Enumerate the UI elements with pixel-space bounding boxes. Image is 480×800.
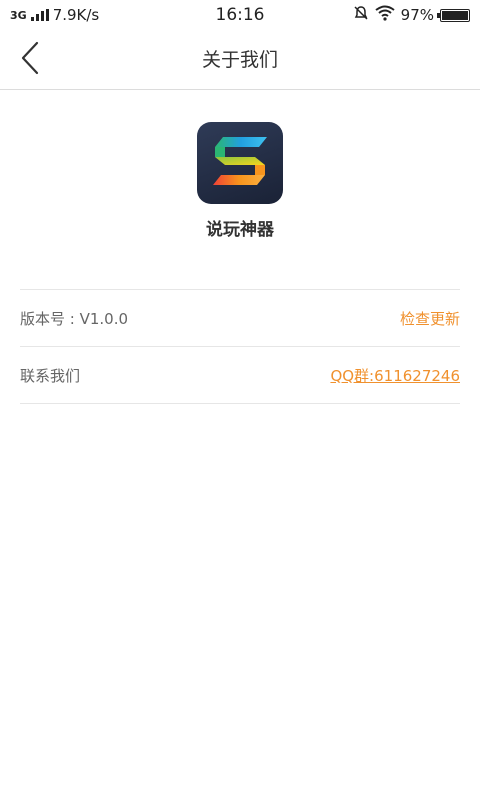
alarm-off-icon xyxy=(353,5,369,25)
contact-row: 联系我们 QQ群:611627246 xyxy=(20,347,460,404)
qq-group-link[interactable]: QQ群:611627246 xyxy=(330,365,460,386)
battery-icon xyxy=(437,8,470,22)
info-list: 版本号 : V1.0.0 检查更新 联系我们 QQ群:611627246 xyxy=(20,289,460,404)
version-label: 版本号 : V1.0.0 xyxy=(20,309,129,328)
check-update-button[interactable]: 检查更新 xyxy=(400,308,460,329)
signal-icon xyxy=(30,9,49,21)
status-bar: 3G 7.9K/s 16:16 97% xyxy=(0,0,480,30)
network-speed: 7.9K/s xyxy=(52,6,100,24)
status-right: 97% xyxy=(353,5,480,25)
s-logo-icon xyxy=(209,133,271,193)
status-left: 3G 7.9K/s xyxy=(0,6,99,24)
network-type: 3G xyxy=(10,8,27,22)
app-logo xyxy=(197,122,283,204)
wifi-icon xyxy=(375,5,395,25)
contact-label: 联系我们 xyxy=(20,366,81,385)
version-row: 版本号 : V1.0.0 检查更新 xyxy=(20,290,460,347)
app-name: 说玩神器 xyxy=(206,220,274,240)
battery-percent: 97% xyxy=(400,6,434,24)
app-header: 关于我们 xyxy=(0,30,480,90)
page-title: 关于我们 xyxy=(201,49,278,71)
